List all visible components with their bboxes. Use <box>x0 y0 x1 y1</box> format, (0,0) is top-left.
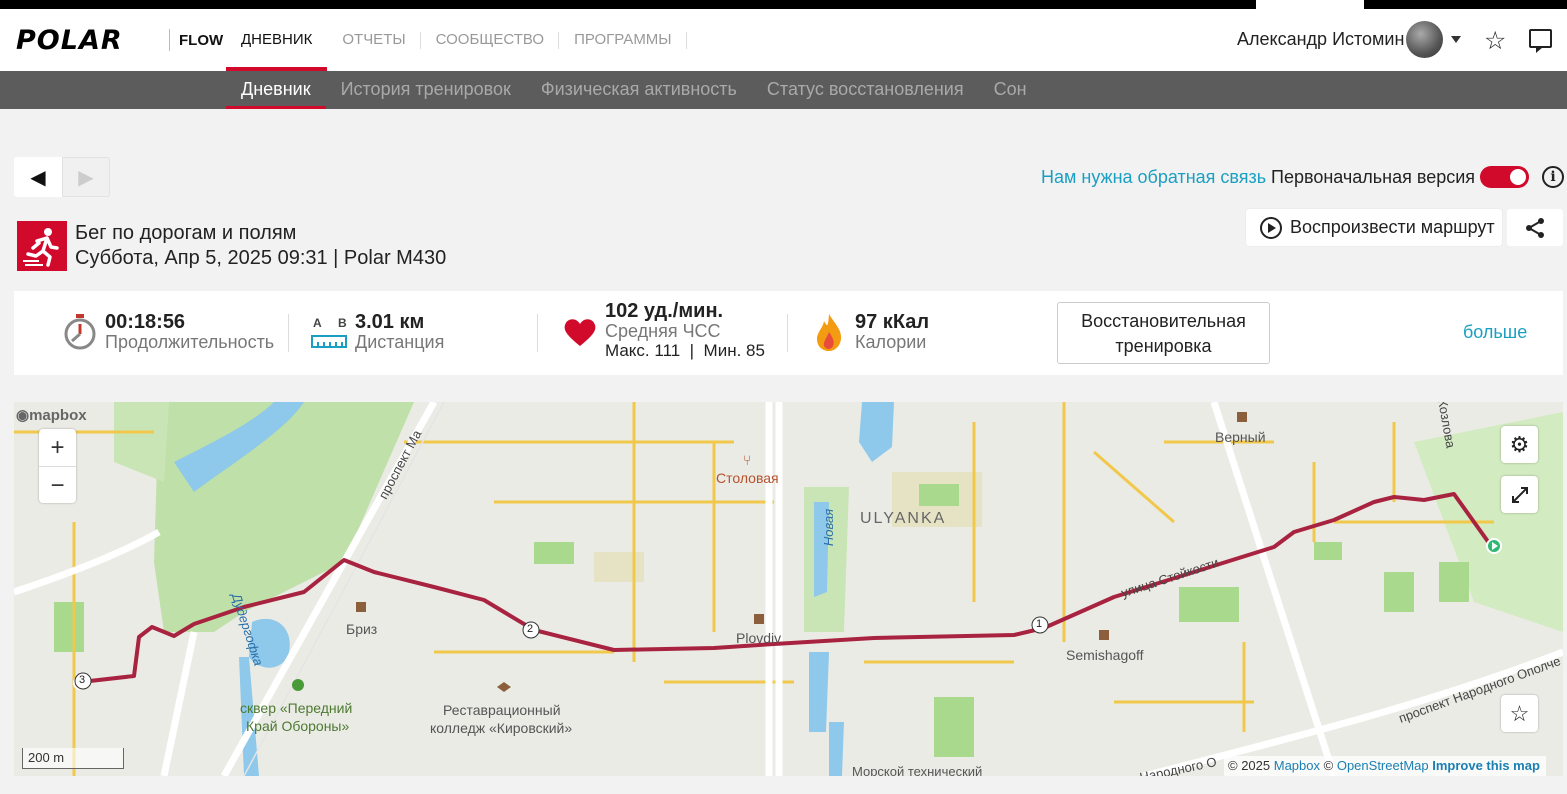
stats-panel: 00:18:56 Продолжительность A B 3.01 км Д… <box>14 291 1563 375</box>
improve-map-link[interactable]: Improve this map <box>1432 758 1540 773</box>
subnav-physical-activity[interactable]: Физическая активность <box>526 71 752 109</box>
stopwatch-icon <box>64 314 96 350</box>
map-label-college-2: колледж «Кировский» <box>430 720 573 736</box>
star-icon[interactable]: ☆ <box>1484 26 1506 56</box>
next-button[interactable]: ▶ <box>62 157 110 197</box>
activity-title: Бег по дорогам и полям <box>75 222 297 244</box>
km-marker-3: 3 <box>79 674 86 686</box>
recovery-line2: тренировка <box>1115 336 1212 356</box>
more-link[interactable]: больше <box>1463 322 1527 343</box>
info-icon[interactable]: i <box>1542 166 1564 188</box>
star-icon: ☆ <box>1509 700 1530 726</box>
map-label-briz: Бриз <box>346 621 378 637</box>
share-icon <box>1526 217 1544 238</box>
duration-label: Продолжительность <box>105 332 275 352</box>
attribution-osm-link[interactable]: OpenStreetMap <box>1337 758 1429 773</box>
main-nav: ДНЕВНИК ОТЧЕТЫ СООБЩЕСТВО ПРОГРАММЫ <box>226 9 687 71</box>
user-name[interactable]: Александр Истомин <box>1237 29 1404 50</box>
heart-rate-minmax: Макс. 111 | Мин. 85 <box>605 341 765 360</box>
map-scale: 200 m <box>22 748 124 769</box>
distance-b-label: B <box>338 316 347 330</box>
divider <box>288 314 289 352</box>
attribution-copy: © 2025 <box>1228 758 1271 773</box>
divider <box>787 314 788 352</box>
map-label-verny: Верный <box>1215 429 1266 445</box>
nav-community[interactable]: СООБЩЕСТВО <box>421 9 560 71</box>
avatar[interactable] <box>1406 21 1443 58</box>
map-label-stolovaya: Столовая <box>716 470 779 486</box>
subnav-recovery-status[interactable]: Статус восстановления <box>752 71 979 109</box>
ruler-icon <box>311 335 347 348</box>
recovery-training-button[interactable]: Восстановительная тренировка <box>1057 302 1270 364</box>
play-icon <box>1260 216 1282 239</box>
heart-rate-label: Средняя ЧСС <box>605 321 721 341</box>
map-fullscreen-button[interactable] <box>1501 476 1538 513</box>
map-label-ulyanka: ULYANKA <box>860 510 947 527</box>
feedback-link[interactable]: Нам нужна обратная связь <box>1041 167 1266 188</box>
replay-route-label: Воспроизвести маршрут <box>1290 217 1495 237</box>
message-icon[interactable] <box>1529 29 1552 53</box>
recovery-line1: Восстановительная <box>1081 311 1246 331</box>
pager: ◀ ▶ <box>14 157 112 197</box>
zoom-in-button[interactable]: + <box>39 429 76 466</box>
prev-button[interactable]: ◀ <box>14 157 62 197</box>
map-label-semishagoff: Semishagoff <box>1066 647 1144 663</box>
km-marker-2: 2 <box>527 623 534 635</box>
flow-label: FLOW <box>179 32 224 49</box>
duration-value: 00:18:56 <box>105 311 186 333</box>
original-version-label: Первоначальная версия <box>1271 167 1476 187</box>
subnav-diary[interactable]: Дневник <box>226 71 326 109</box>
attribution-osm-copy: © <box>1323 758 1334 773</box>
fork-knife-icon: ⑂ <box>743 452 752 468</box>
top-strip <box>0 0 1567 9</box>
map-attribution: © 2025 Mapbox © OpenStreetMap Improve th… <box>1224 756 1546 776</box>
map-label-skver-1: сквер «Передний <box>240 700 353 716</box>
sub-nav: Дневник История тренировок Физическая ак… <box>0 71 1567 109</box>
activity-subtitle: Суббота, Апр 5, 2025 09:31 | Polar M430 <box>75 247 447 269</box>
flame-icon <box>817 314 842 351</box>
running-icon <box>17 221 67 271</box>
km-marker-1: 1 <box>1036 618 1043 630</box>
attribution-mapbox-link[interactable]: Mapbox <box>1274 758 1320 773</box>
subnav-sleep[interactable]: Сон <box>979 71 1042 109</box>
route-map[interactable]: 1 2 3 Столовая ⑂ ULYANKA Верный Бриз Plo… <box>14 402 1563 776</box>
logo-divider <box>169 29 170 51</box>
map-label-novaya: Новая <box>821 508 837 547</box>
map-favorite-button[interactable]: ☆ <box>1501 695 1538 732</box>
distance-a-label: A <box>313 316 322 330</box>
subnav-training-history[interactable]: История тренировок <box>326 71 526 109</box>
map-label-skver-2: Край Обороны» <box>246 718 350 734</box>
zoom-out-button[interactable]: − <box>39 466 76 503</box>
map-label-college-1: Реставрационный <box>443 702 561 718</box>
calories-value: 97 кКал <box>855 311 930 333</box>
nav-reports[interactable]: ОТЧЕТЫ <box>327 9 421 71</box>
map-label-plovdiv: Plovdiv <box>736 630 782 646</box>
chevron-down-icon[interactable] <box>1451 36 1461 43</box>
calories-label: Калории <box>855 332 927 352</box>
header: POLAR FLOW ДНЕВНИК ОТЧЕТЫ СООБЩЕСТВО ПРО… <box>0 9 1567 71</box>
share-button[interactable] <box>1507 209 1563 246</box>
nav-programs[interactable]: ПРОГРАММЫ <box>559 9 687 71</box>
heart-icon <box>564 319 596 346</box>
nav-diary[interactable]: ДНЕВНИК <box>226 9 328 71</box>
replay-route-button[interactable]: Воспроизвести маршрут <box>1246 209 1502 246</box>
zoom-controls: + − <box>39 429 76 503</box>
gear-icon: ⚙ <box>1509 431 1530 457</box>
original-version-toggle[interactable] <box>1480 166 1529 188</box>
map-settings-button[interactable]: ⚙ <box>1501 426 1538 463</box>
heart-rate-value: 102 уд./мин. <box>605 300 724 322</box>
distance-value: 3.01 км <box>355 311 425 333</box>
distance-label: Дистанция <box>355 332 445 352</box>
expand-icon <box>1511 486 1528 503</box>
polar-logo[interactable]: POLAR <box>16 25 123 56</box>
map-label-morskoy: Морской технический <box>852 764 983 776</box>
mapbox-logo[interactable]: ◉mapbox <box>16 406 87 424</box>
divider <box>537 314 538 352</box>
